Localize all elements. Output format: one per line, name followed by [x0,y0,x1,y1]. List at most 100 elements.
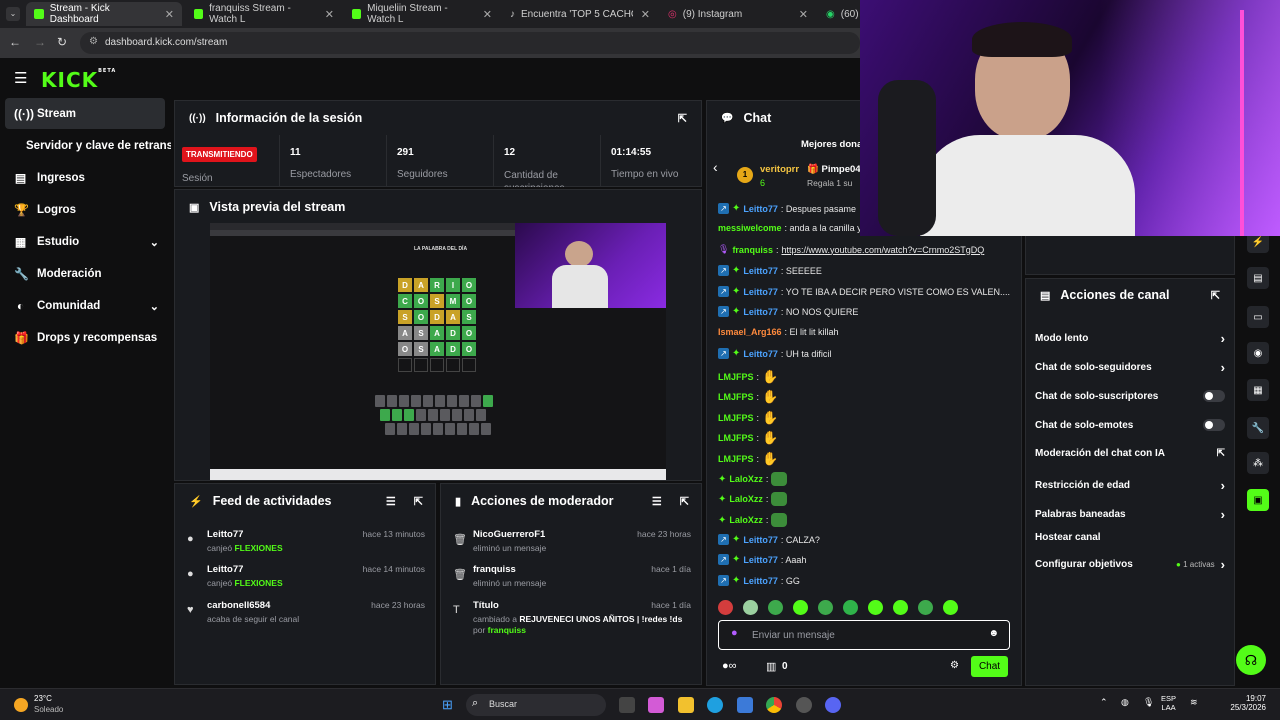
task-view-icon[interactable] [619,697,635,713]
chat-username[interactable]: LMJFPS [718,413,754,423]
close-tab-icon[interactable]: ✕ [165,8,174,21]
gear-icon[interactable]: ⚙ [950,660,959,671]
chat-username[interactable]: LMJFPS [718,392,754,402]
close-tab-icon[interactable]: ✕ [799,8,808,21]
chat-username[interactable]: LaloXzz [729,474,763,484]
chat-link[interactable]: https://www.youtube.com/watch?v=Crnmo2ST… [781,245,984,255]
rail-layout-button[interactable]: ▦ [1247,379,1269,401]
chat-username[interactable]: Leitto77 [743,555,778,565]
rail-doc-button[interactable]: ▤ [1247,267,1269,289]
chat-input[interactable]: ● Enviar un mensaje ☻ [718,620,1010,650]
close-tab-icon[interactable]: ✕ [641,8,650,21]
quick-emote-icon[interactable] [868,600,883,615]
quick-emote-icon[interactable] [743,600,758,615]
hamburger-menu-icon[interactable]: ☰ [14,69,27,87]
chat-username[interactable]: LMJFPS [718,454,754,464]
action-host-channel[interactable]: Hostear canal [1035,532,1225,543]
chat-username[interactable]: Ismael_Arg166 [718,327,782,337]
tab-kick-dashboard[interactable]: Stream - Kick Dashboard ✕ [26,2,182,26]
rail-active-button[interactable]: ▣ [1247,489,1269,511]
action-slow-mode[interactable]: Modo lento › [1035,331,1225,346]
quick-emote-icon[interactable] [818,600,833,615]
chat-username[interactable]: LMJFPS [718,433,754,443]
chevron-left-icon[interactable]: ‹ [713,159,718,175]
action-age-restriction[interactable]: Restricción de edad › [1035,478,1225,493]
emotes-only-toggle[interactable] [1203,419,1225,431]
sidebar-item-ingresos[interactable]: ▤ Ingresos [14,167,85,189]
popout-icon[interactable]: ⇱ [1211,289,1220,302]
quick-emote-icon[interactable] [893,600,908,615]
quick-emote-icon[interactable] [943,600,958,615]
infinity-icon[interactable]: ●∞ [722,660,737,672]
chat-username[interactable]: LaloXzz [729,494,763,504]
chat-username[interactable]: franquiss [732,245,773,255]
quick-emote-icon[interactable] [768,600,783,615]
chat-username[interactable]: Leitto77 [743,266,778,276]
action-goals[interactable]: Configurar objetivos ● 1 activas › [1035,557,1225,572]
sidebar-item-stream[interactable]: ((·)) Stream [14,103,76,125]
action-ai-moderation[interactable]: Moderación del chat con IA ⇱ [1035,448,1225,459]
rail-broadcast-button[interactable]: ◉ [1247,342,1269,364]
chrome-icon[interactable] [766,697,782,713]
sidebar-item-comunidad[interactable]: ◐ Comunidad ⌄ [14,295,159,317]
donor2[interactable]: 🎁 Pimpe04 [807,164,861,175]
chat-username[interactable]: Leitto77 [743,307,778,317]
tab-instagram[interactable]: ◎ (9) Instagram ✕ [660,2,816,26]
chat-username[interactable]: Leitto77 [743,349,778,359]
windows-start-icon[interactable]: ⊞ [442,697,457,712]
wifi-icon[interactable]: ≋ [1190,697,1198,708]
store-icon[interactable]: ▥ [766,660,776,673]
filter-icon[interactable]: ☰ [386,495,396,508]
tab-list-button[interactable]: ⌄ [6,7,20,21]
action-followers-only[interactable]: Chat de solo-seguidores › [1035,360,1225,375]
chat-username[interactable]: messiwelcome [718,223,782,233]
tab-tiktok[interactable]: ♪ Encuentra 'TOP 5 CACHO Y HE ✕ [502,2,658,26]
reload-icon[interactable]: ↻ [57,35,67,49]
rail-wrench-button[interactable]: 🔧 [1247,417,1269,439]
clock[interactable]: 19:07 25/3/2026 [1216,694,1266,712]
tab-franquiss[interactable]: franquiss Stream - Watch L ✕ [186,2,342,26]
sidebar-item-server-key[interactable]: Servidor y clave de retransn [26,135,171,157]
quick-emote-icon[interactable] [718,600,733,615]
subs-only-toggle[interactable] [1203,390,1225,402]
stream-preview-video[interactable]: LA PALABRA DEL DÍA DARIOCOSMOSODASASADOO… [210,223,666,480]
popout-icon[interactable]: ⇱ [678,112,687,125]
chat-username[interactable]: Leitto77 [743,535,778,545]
send-chat-button[interactable]: Chat [971,656,1008,677]
filter-icon[interactable]: ☰ [652,495,662,508]
quick-emote-icon[interactable] [793,600,808,615]
site-info-icon[interactable]: ⚙ [89,36,98,47]
sidebar-item-logros[interactable]: 🏆 Logros [14,199,76,221]
chat-username[interactable]: Leitto77 [743,576,778,586]
popout-icon[interactable]: ⇱ [680,495,689,508]
discord-icon[interactable] [825,697,841,713]
sidebar-item-moderacion[interactable]: 🔧 Moderación [14,263,102,285]
quick-emote-icon[interactable] [918,600,933,615]
obs-icon[interactable] [796,697,812,713]
quick-emote-icon[interactable] [843,600,858,615]
donor-name[interactable]: veritoprr [760,164,799,175]
sidebar-item-drops[interactable]: 🎁 Drops y recompensas [14,327,157,349]
action-banned-words[interactable]: Palabras baneadas › [1035,507,1225,522]
chat-username[interactable]: Leitto77 [743,287,778,297]
language-indicator[interactable]: ESP LAA [1161,694,1176,712]
emoji-icon[interactable]: ☻ [988,628,999,639]
forward-arrow-icon[interactable]: → [34,35,46,49]
file-explorer-icon[interactable] [678,697,694,713]
store-app-icon[interactable] [737,697,753,713]
tab-miqueliin[interactable]: Miqueliin Stream - Watch L ✕ [344,2,500,26]
rail-chat-button[interactable]: ▭ [1247,306,1269,328]
rail-community-button[interactable]: ⁂ [1247,452,1269,474]
chat-username[interactable]: LMJFPS [718,372,754,382]
back-arrow-icon[interactable]: ← [9,35,21,49]
edge-icon[interactable] [707,697,723,713]
chat-username[interactable]: Leitto77 [743,204,778,214]
url-field[interactable]: ⚙ dashboard.kick.com/stream [80,32,860,54]
chat-username[interactable]: LaloXzz [729,515,763,525]
chevron-up-icon[interactable]: ⌃ [1100,697,1108,708]
close-tab-icon[interactable]: ✕ [483,8,492,21]
kick-logo[interactable]: KICKBETA [41,68,116,92]
network-icon[interactable]: ◍ [1121,697,1129,708]
copilot-icon[interactable] [648,697,664,713]
close-tab-icon[interactable]: ✕ [325,8,334,21]
